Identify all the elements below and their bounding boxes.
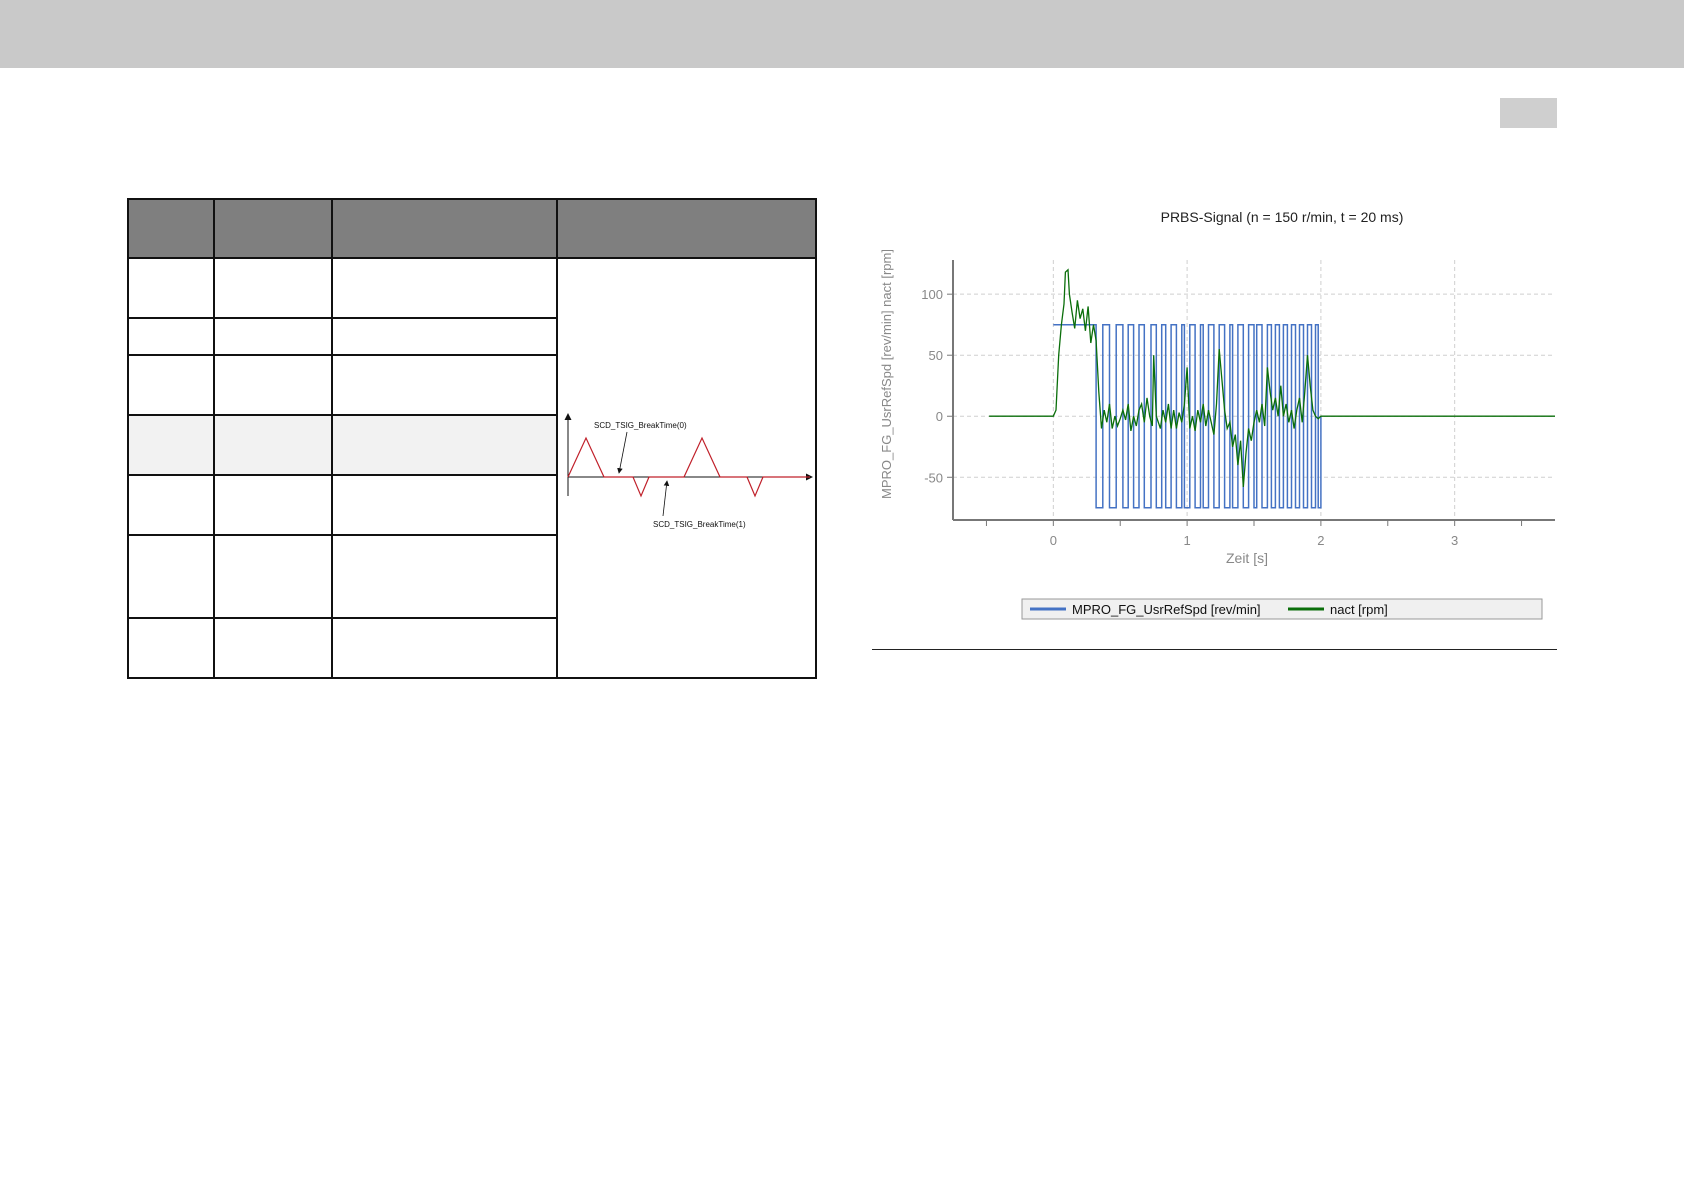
break-time-1-label: SCD_TSIG_BreakTime(1)	[653, 520, 746, 529]
table-header-row	[127, 198, 817, 259]
chart-legend: MPRO_FG_UsrRefSpd [rev/min] nact [rpm]	[1021, 598, 1543, 620]
triangle-signal	[567, 436, 810, 498]
y-tick-label: 100	[921, 287, 943, 302]
x-tick-label: 3	[1451, 533, 1458, 548]
chart-title: PRBS-Signal (n = 150 r/min, t = 20 ms)	[1161, 209, 1404, 225]
legend-label-nact: nact [rpm]	[1330, 602, 1388, 617]
table-cell	[213, 257, 333, 319]
prbs-chart: PRBS-Signal (n = 150 r/min, t = 20 ms) 1…	[879, 209, 1555, 620]
page-marker	[1500, 98, 1557, 128]
table-header-cell	[213, 198, 333, 259]
break-time-0-arrow	[617, 431, 628, 474]
table-cell	[127, 474, 215, 536]
table-cell	[331, 354, 558, 416]
table-cell	[331, 317, 558, 356]
table-cell	[213, 617, 333, 679]
table-header-cell	[127, 198, 215, 259]
y-tick-label: -50	[924, 470, 943, 485]
table-cell	[213, 317, 333, 356]
y-axis-label: MPRO_FG_UsrRefSpd [rev/min] nact [rpm]	[879, 249, 894, 499]
legend-label-refspd: MPRO_FG_UsrRefSpd [rev/min]	[1072, 602, 1261, 617]
table-cell	[127, 534, 215, 619]
table-cell	[127, 317, 215, 356]
tsig-diagram-cell: SCD_TSIG_BreakTime(0) SCD_TSIG_BreakTime…	[556, 257, 817, 679]
table-cell	[213, 414, 333, 476]
chart-series	[989, 268, 1555, 509]
break-time-0-label: SCD_TSIG_BreakTime(0)	[594, 421, 687, 430]
table-cell	[213, 534, 333, 619]
table-cell	[331, 474, 558, 536]
table-cell	[127, 414, 215, 476]
tsig-diagram: SCD_TSIG_BreakTime(0) SCD_TSIG_BreakTime…	[564, 412, 813, 529]
table-cell	[331, 534, 558, 619]
table-header-cell	[331, 198, 558, 259]
table-header-cell	[556, 198, 817, 259]
table-cell	[331, 414, 558, 476]
x-tick-label: 2	[1317, 533, 1324, 548]
x-axis-label: Zeit [s]	[1226, 550, 1268, 566]
y-tick-label: 50	[929, 348, 943, 363]
divider-line	[872, 649, 1557, 650]
break-time-1-arrow	[662, 479, 670, 516]
table-cell	[127, 354, 215, 416]
table-cell	[331, 617, 558, 679]
x-tick-label: 1	[1183, 533, 1190, 548]
table-cell	[213, 354, 333, 416]
table-cell	[127, 257, 215, 319]
header-bar	[0, 0, 1684, 68]
y-tick-label: 0	[936, 409, 943, 424]
table-cell	[331, 257, 558, 319]
table-cell	[127, 617, 215, 679]
x-tick-label: 0	[1050, 533, 1057, 548]
parameter-table: SCD_TSIG_BreakTime(0) SCD_TSIG_BreakTime…	[127, 198, 817, 679]
table-cell	[213, 474, 333, 536]
table-row: SCD_TSIG_BreakTime(0) SCD_TSIG_BreakTime…	[127, 257, 817, 679]
